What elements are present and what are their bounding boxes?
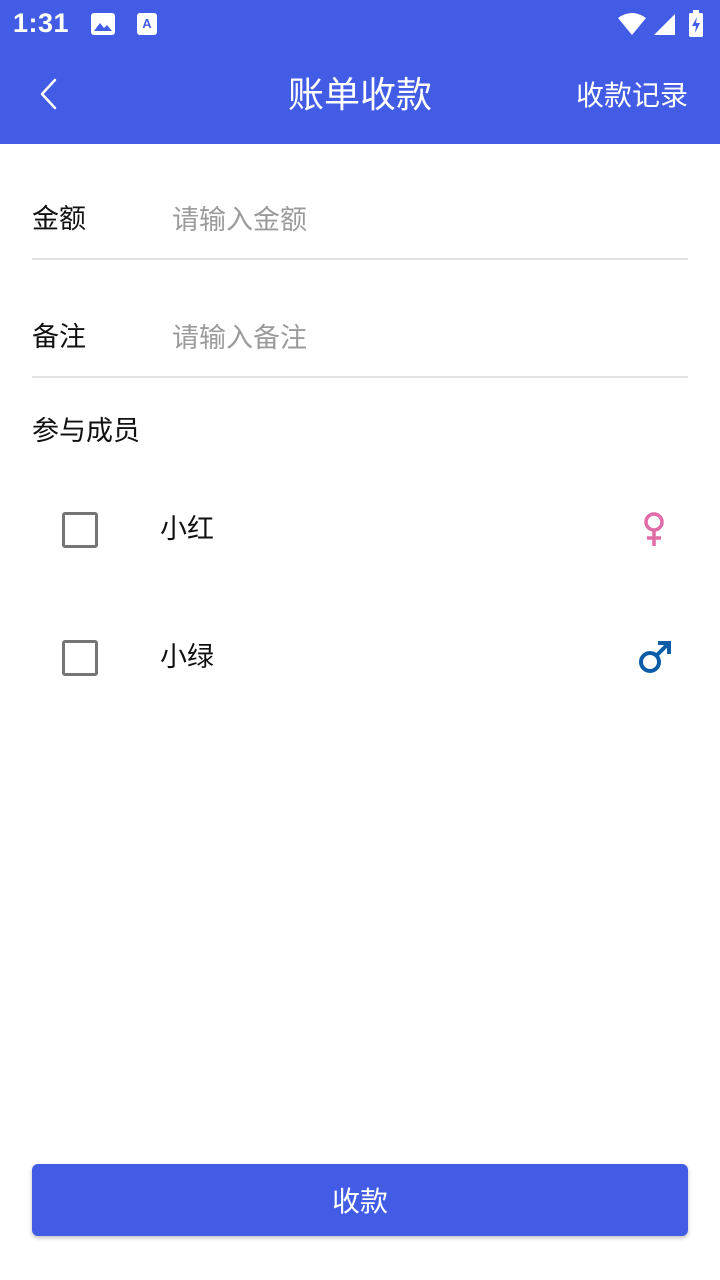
member-name: 小绿: [160, 642, 214, 673]
signal-icon: [652, 12, 676, 40]
remark-label: 备注: [32, 322, 86, 353]
chevron-left-icon: [38, 78, 58, 114]
battery-charging-icon: [688, 10, 704, 42]
amount-label: 金额: [32, 204, 86, 235]
member-row-xiaohong[interactable]: 小红: [32, 480, 688, 580]
female-symbol-icon: [636, 510, 672, 550]
amount-input[interactable]: [172, 196, 672, 244]
wifi-icon: [617, 12, 647, 40]
image-icon: [90, 12, 116, 40]
a-icon: A: [136, 12, 158, 40]
member-name: 小红: [160, 514, 214, 545]
member-checkbox[interactable]: [62, 640, 98, 676]
toolbar: 账单收款 收款记录: [0, 48, 720, 144]
members-title: 参与成员: [32, 416, 140, 447]
remark-field: 备注: [32, 300, 688, 378]
member-row-xiaolv[interactable]: 小绿: [32, 608, 688, 708]
svg-text:A: A: [142, 16, 152, 31]
amount-field: 金额: [32, 182, 688, 260]
remark-input[interactable]: [172, 314, 672, 362]
status-time: 1:31: [13, 8, 70, 38]
back-button[interactable]: [22, 72, 74, 120]
submit-button[interactable]: 收款: [32, 1164, 688, 1236]
app-bar: 1:31 A 账单收款 收款记录: [0, 0, 720, 144]
male-symbol-icon: [636, 638, 672, 678]
status-bar: 1:31 A: [0, 0, 720, 48]
records-button[interactable]: 收款记录: [576, 76, 688, 116]
member-checkbox[interactable]: [62, 512, 98, 548]
